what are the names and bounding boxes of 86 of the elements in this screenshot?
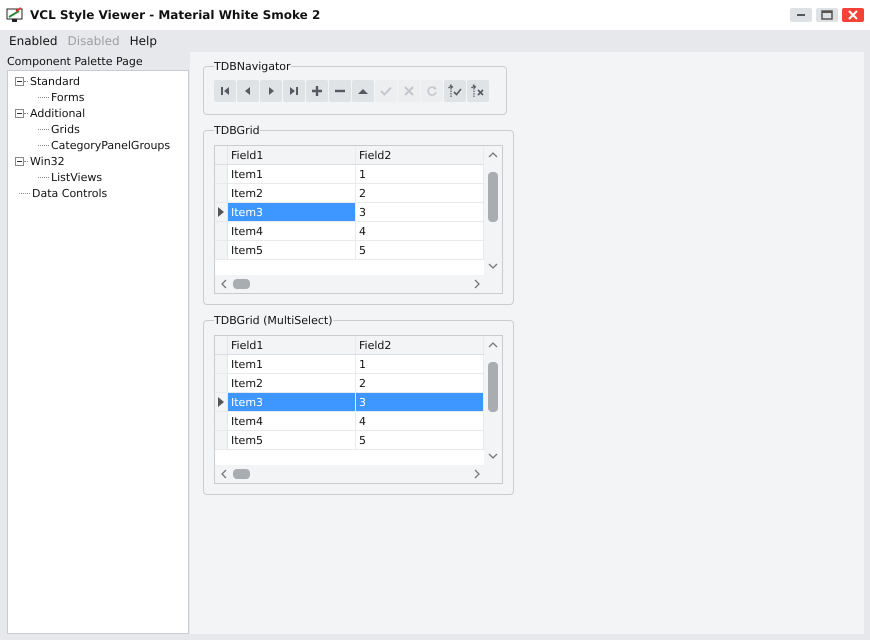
row-indicator-icon [218,207,224,217]
row-indicator-cell[interactable] [215,355,228,373]
scroll-thumb[interactable] [233,279,250,289]
refresh-icon [425,84,439,98]
tree-item[interactable]: Win32 [30,154,65,168]
scroll-left-icon[interactable] [221,469,227,479]
table-cell[interactable]: Item5 [228,241,356,259]
tree-item[interactable]: CategoryPanelGroups [51,138,170,152]
maximize-button[interactable] [816,8,838,22]
navigator-edit-button[interactable] [352,80,374,102]
scroll-up-icon[interactable] [488,342,498,348]
panel-title: Component Palette Page [6,54,144,70]
tree-item[interactable]: ListViews [51,170,102,184]
navigator-apply-button[interactable] [444,80,466,102]
column-header[interactable]: Field2 [356,146,484,164]
scroll-thumb[interactable] [488,172,498,222]
row-indicator-cell[interactable] [215,222,228,240]
scroll-down-icon[interactable] [488,453,498,459]
cancel-icon [402,84,416,98]
group-title: TDBNavigator [214,60,291,73]
table-cell[interactable]: Item2 [228,184,356,202]
table-cell[interactable]: 2 [356,184,484,202]
navigator-next-button[interactable] [260,80,282,102]
row-indicator-cell[interactable] [215,165,228,183]
minimize-button[interactable] [790,8,812,22]
navigator-delete-button[interactable] [329,80,351,102]
table-cell[interactable]: 2 [356,374,484,392]
scroll-thumb[interactable] [233,469,250,479]
close-button[interactable] [842,8,864,22]
column-header[interactable]: Field1 [228,146,356,164]
menu-item[interactable]: Help [124,34,162,48]
column-header[interactable]: Field2 [356,336,484,354]
first-icon [218,84,232,98]
navigator-insert-button[interactable] [306,80,328,102]
table-cell[interactable]: 3 [356,203,484,221]
tree-item[interactable]: Additional [30,106,86,120]
tree-item[interactable]: Forms [51,90,84,104]
collapse-icon[interactable] [15,76,24,86]
navigator-last-button[interactable] [283,80,305,102]
group-title: TDBGrid (MultiSelect) [214,314,333,327]
post-icon [379,84,393,98]
tree-item[interactable]: Standard [30,74,80,88]
row-indicator-cell[interactable] [215,241,228,259]
row-indicator-cell[interactable] [215,374,228,392]
table-cell[interactable]: Item2 [228,374,356,392]
row-indicator-cell[interactable] [215,393,228,411]
table-cell[interactable]: Item4 [228,412,356,430]
row-indicator-cell[interactable] [215,431,228,449]
table-cell[interactable]: Item5 [228,431,356,449]
maximize-icon [821,10,833,20]
collapse-icon[interactable] [15,156,24,166]
table-cell[interactable]: Item1 [228,165,356,183]
collapse-icon[interactable] [15,108,24,118]
column-header[interactable]: Field1 [228,336,356,354]
table-cell[interactable]: 1 [356,165,484,183]
tree-item[interactable]: Grids [51,122,80,136]
last-icon [287,84,301,98]
cancel-updates-icon [471,84,485,98]
row-indicator-cell[interactable] [215,203,228,221]
menu-item[interactable]: Enabled [4,34,62,48]
table-cell[interactable]: Item1 [228,355,356,373]
table-cell[interactable]: Item4 [228,222,356,240]
row-indicator-cell[interactable] [215,184,228,202]
table-cell[interactable]: 5 [356,431,484,449]
table-cell[interactable]: 4 [356,222,484,240]
table-cell[interactable]: 1 [356,355,484,373]
navigator-cancel-updates-button[interactable] [467,80,489,102]
group-title: TDBGrid [214,124,260,137]
navigator-prior-button[interactable] [237,80,259,102]
window-title: VCL Style Viewer - Material White Smoke 2 [30,8,320,22]
row-indicator-cell[interactable] [215,412,228,430]
insert-icon [310,84,324,98]
scroll-right-icon[interactable] [474,469,480,479]
close-icon [848,10,858,20]
scroll-thumb[interactable] [488,362,498,412]
scroll-down-icon[interactable] [488,263,498,269]
tree-item[interactable]: Data Controls [32,186,108,200]
table-cell[interactable]: 4 [356,412,484,430]
scroll-right-icon[interactable] [474,279,480,289]
apply-icon [448,84,462,98]
row-indicator-icon [218,397,224,407]
table-cell[interactable]: 5 [356,241,484,259]
scroll-up-icon[interactable] [488,152,498,158]
app-icon [6,7,24,23]
scroll-left-icon[interactable] [221,279,227,289]
navigator-first-button[interactable] [214,80,236,102]
